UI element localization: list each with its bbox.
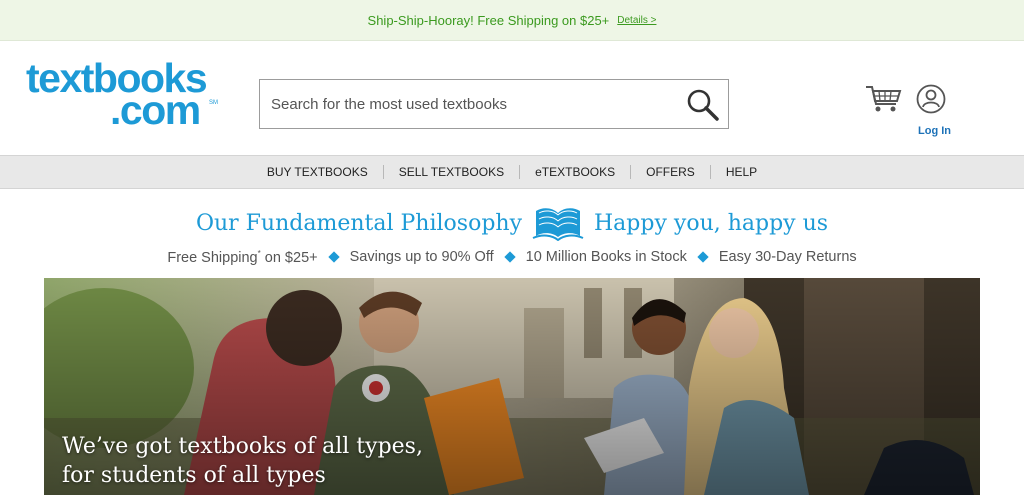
feature-stock: 10 Million Books in Stock xyxy=(525,249,687,266)
feature-returns: Easy 30-Day Returns xyxy=(718,249,857,266)
diamond-bullet-icon xyxy=(503,251,516,264)
logo-service-mark: SM xyxy=(209,100,218,106)
nav-offers[interactable]: OFFERS xyxy=(631,165,711,179)
main-nav: BUY TEXTBOOKS SELL TEXTBOOKS eTEXTBOOKS … xyxy=(0,155,1024,189)
feature-free-shipping-suffix: on $25+ xyxy=(260,249,318,266)
hero-caption-line1: We’ve got textbooks of all types, xyxy=(62,434,423,459)
hero-banner[interactable]: We’ve got textbooks of all types, for st… xyxy=(44,278,980,495)
features-strip: Free Shipping* on $25+ Savings up to 90%… xyxy=(0,249,1024,266)
promo-details-link[interactable]: Details > xyxy=(617,15,656,26)
philosophy-heading: Our Fundamental Philosophy Happy you, ha… xyxy=(0,205,1024,241)
site-logo[interactable]: textbooks .com SM xyxy=(26,58,218,133)
philosophy-right-text: Happy you, happy us xyxy=(594,210,829,236)
nav-etextbooks[interactable]: eTEXTBOOKS xyxy=(520,165,632,179)
feature-free-shipping-label: Free Shipping xyxy=(167,249,258,266)
hero-caption-line2: for students of all types xyxy=(62,463,326,488)
promo-banner: Ship-Ship-Hooray! Free Shipping on $25+ … xyxy=(0,0,1024,41)
open-book-icon xyxy=(532,208,584,241)
feature-free-shipping: Free Shipping* on $25+ xyxy=(167,249,317,266)
login-link[interactable]: Log In xyxy=(918,125,951,137)
diamond-bullet-icon xyxy=(327,251,340,264)
diamond-bullet-icon xyxy=(697,251,709,264)
philosophy-left-text: Our Fundamental Philosophy xyxy=(195,210,522,236)
logo-text-com: .com xyxy=(110,87,201,133)
account-icon[interactable] xyxy=(916,84,946,114)
feature-savings: Savings up to 90% Off xyxy=(349,249,494,266)
search-box xyxy=(259,79,729,129)
shopping-cart-icon[interactable] xyxy=(865,84,903,114)
search-icon[interactable] xyxy=(684,86,724,124)
hero-caption: We’ve got textbooks of all types, for st… xyxy=(62,432,423,490)
promo-text: Ship-Ship-Hooray! Free Shipping on $25+ xyxy=(367,12,610,28)
nav-buy-textbooks[interactable]: BUY TEXTBOOKS xyxy=(252,165,384,179)
search-input[interactable] xyxy=(269,94,673,114)
nav-sell-textbooks[interactable]: SELL TEXTBOOKS xyxy=(384,165,521,179)
nav-help[interactable]: HELP xyxy=(711,165,772,179)
